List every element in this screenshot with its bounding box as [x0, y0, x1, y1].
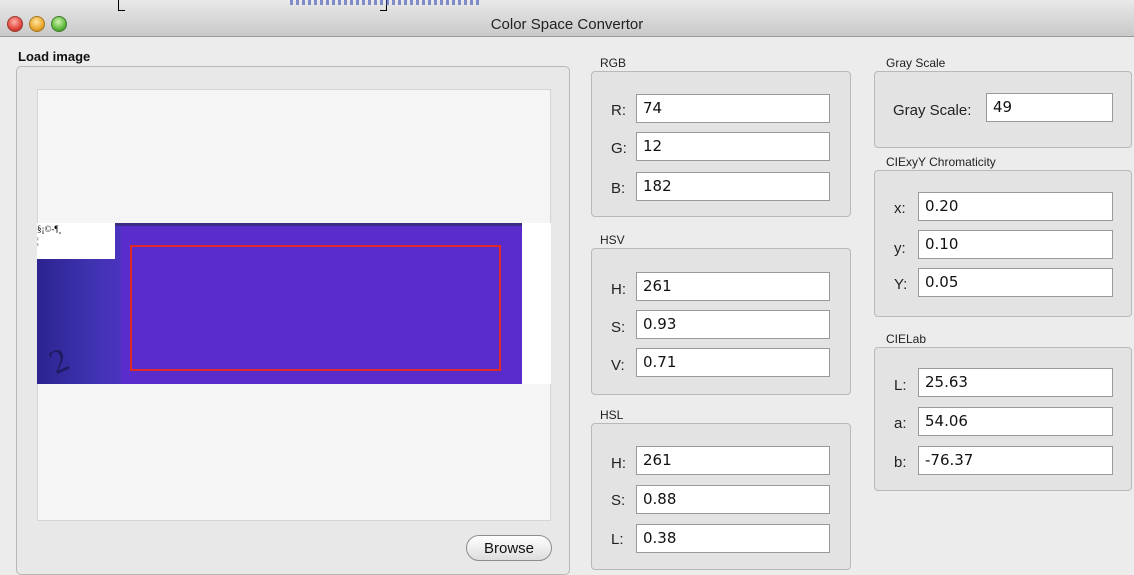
rgb-b-field[interactable]: 182 [636, 172, 830, 201]
image-top-edge [115, 223, 522, 226]
hsv-label: HSV [600, 233, 625, 247]
rgb-g-field[interactable]: 12 [636, 132, 830, 161]
image-label-stub: §¡©-¶¸ ¦ [37, 223, 115, 259]
hsl-label: HSL [600, 408, 624, 422]
ciexyy-x-label: x: [894, 200, 906, 217]
hsl-s-field[interactable]: 0.88 [636, 485, 830, 514]
window-title: Color Space Convertor [490, 16, 644, 33]
cielab-a-label: a: [894, 415, 907, 432]
cielab-b-field[interactable]: -76.37 [918, 446, 1113, 475]
rgb-label: RGB [600, 56, 627, 70]
image-right-margin [522, 223, 551, 384]
hsv-h-field[interactable]: 261 [636, 272, 830, 301]
ciexyy-Y-label: Y: [894, 276, 908, 293]
cielab-l-field[interactable]: 25.63 [918, 368, 1113, 397]
cielab-b-label: b: [894, 454, 907, 471]
ciexyy-y-label: y: [894, 240, 906, 257]
cielab-label: CIELab [886, 332, 927, 346]
rgb-b-label: B: [611, 180, 626, 197]
ciexyy-label: CIExyY Chromaticity [886, 155, 996, 169]
stub-line-1: §¡©-¶¸ [37, 224, 62, 234]
hsv-h-label: H: [611, 281, 626, 298]
hsl-s-label: S: [611, 492, 626, 509]
gray-scale-label: Gray Scale [886, 56, 946, 70]
selection-rectangle[interactable] [130, 245, 501, 371]
cielab-a-field[interactable]: 54.06 [918, 407, 1113, 436]
cielab-l-label: L: [894, 377, 907, 394]
ciexyy-y-field[interactable]: 0.10 [918, 230, 1113, 259]
hsl-l-field[interactable]: 0.38 [636, 524, 830, 553]
hsv-v-field[interactable]: 0.71 [636, 348, 830, 377]
rgb-r-field[interactable]: 74 [636, 94, 830, 123]
hsv-s-label: S: [611, 319, 626, 336]
loaded-image: §¡©-¶¸ ¦ 2 [37, 223, 522, 384]
gray-scale-field[interactable]: 49 [986, 93, 1113, 122]
load-image-label: Load image [18, 49, 91, 64]
browse-button[interactable]: Browse [466, 535, 552, 561]
rgb-g-label: G: [611, 140, 627, 157]
stub-line-2: ¦ [37, 236, 39, 246]
ciexyy-x-field[interactable]: 0.20 [918, 192, 1113, 221]
hsl-h-label: H: [611, 455, 626, 472]
render-artifact [118, 0, 480, 14]
hsl-l-label: L: [611, 531, 624, 548]
hsv-s-field[interactable]: 0.93 [636, 310, 830, 339]
rgb-r-label: R: [611, 102, 626, 119]
gray-scale-row-label: Gray Scale: [893, 102, 972, 119]
ciexyy-Y-field[interactable]: 0.05 [918, 268, 1113, 297]
hsl-h-field[interactable]: 261 [636, 446, 830, 475]
hsv-v-label: V: [611, 357, 625, 374]
